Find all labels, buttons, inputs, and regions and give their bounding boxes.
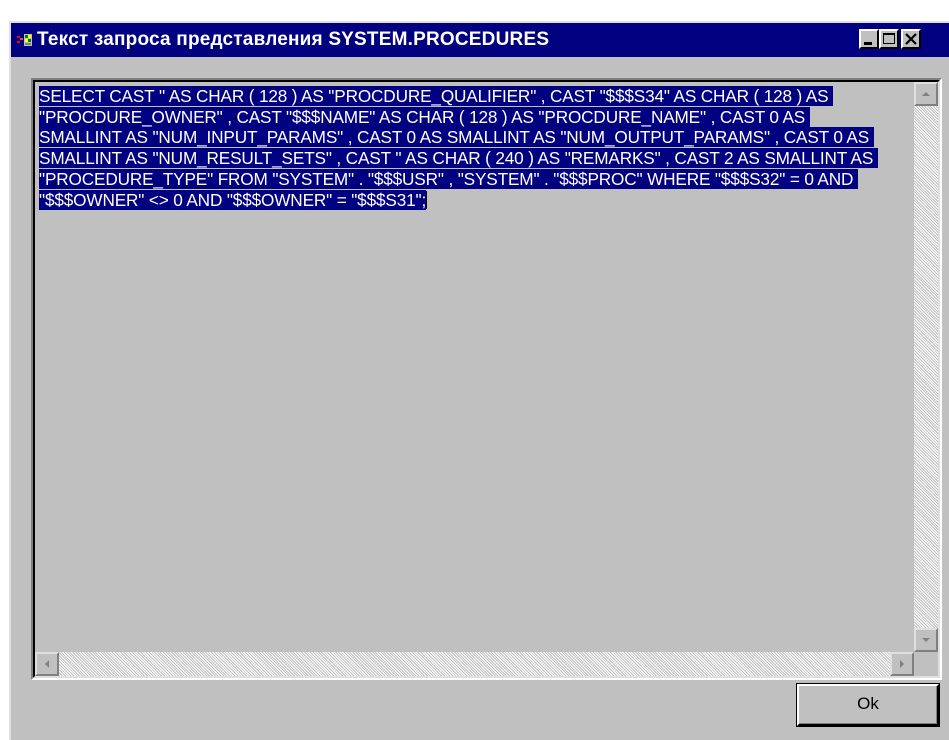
arrow-up-icon bbox=[922, 92, 930, 96]
maximize-button[interactable] bbox=[879, 29, 899, 49]
query-text[interactable]: SELECT CAST '' AS CHAR ( 128 ) AS "PROCD… bbox=[39, 86, 891, 210]
arrow-left-icon bbox=[45, 660, 49, 668]
scroll-up-button[interactable] bbox=[914, 82, 938, 106]
close-icon bbox=[905, 33, 917, 45]
horizontal-scrollbar[interactable] bbox=[35, 652, 914, 676]
minimize-icon bbox=[864, 42, 872, 45]
selected-query-text: SELECT CAST '' AS CHAR ( 128 ) AS "PROCD… bbox=[39, 86, 878, 210]
text-caret bbox=[426, 190, 428, 209]
minimize-button[interactable] bbox=[859, 29, 879, 49]
close-button[interactable] bbox=[901, 29, 921, 49]
scroll-down-button[interactable] bbox=[914, 628, 938, 652]
window-title: Текст запроса представления SYSTEM.PROCE… bbox=[37, 29, 550, 50]
maximize-icon bbox=[883, 33, 895, 44]
query-text-area-inner: SELECT CAST '' AS CHAR ( 128 ) AS "PROCD… bbox=[33, 80, 940, 678]
arrow-right-icon bbox=[900, 660, 904, 668]
arrow-down-icon bbox=[922, 638, 930, 642]
vertical-scrollbar[interactable] bbox=[914, 82, 938, 652]
dialog-window: Текст запроса представления SYSTEM.PROCE… bbox=[9, 21, 949, 740]
query-text-area[interactable]: SELECT CAST '' AS CHAR ( 128 ) AS "PROCD… bbox=[31, 78, 942, 680]
app-icon[interactable] bbox=[17, 32, 33, 48]
scroll-left-button[interactable] bbox=[35, 652, 59, 676]
title-bar[interactable]: Текст запроса представления SYSTEM.PROCE… bbox=[11, 23, 949, 57]
ok-button[interactable]: Ok bbox=[796, 683, 940, 727]
scroll-right-button[interactable] bbox=[890, 652, 914, 676]
scrollbar-corner bbox=[914, 652, 938, 676]
